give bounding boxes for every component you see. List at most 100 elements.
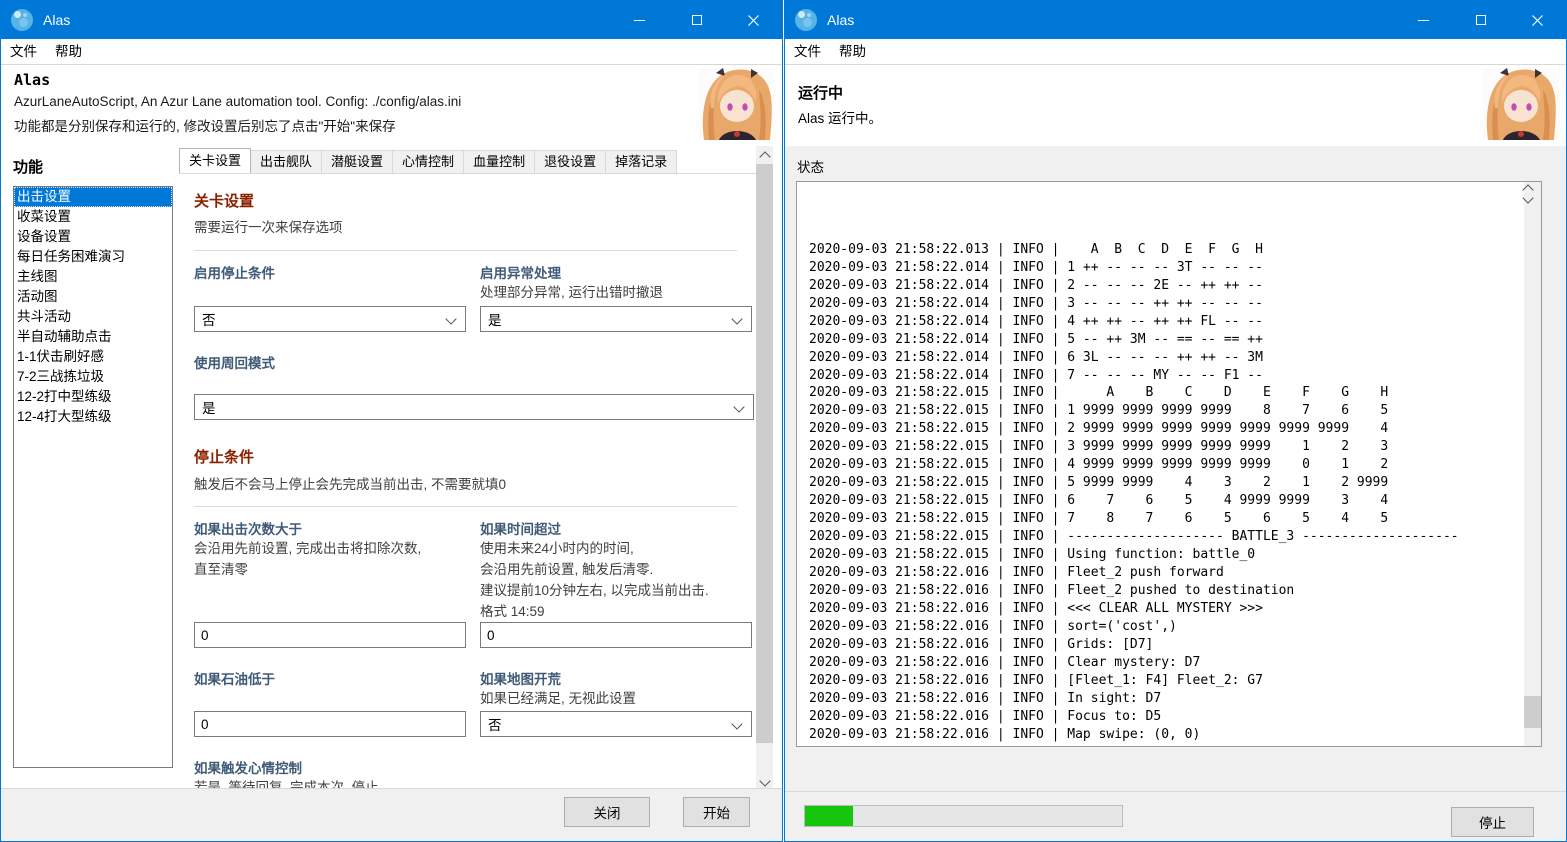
if-count-input[interactable]	[194, 622, 466, 648]
sidebar-item[interactable]: 半自动辅助点击	[14, 327, 172, 347]
enable-exception-select[interactable]: 是	[480, 306, 752, 332]
sidebar-item[interactable]: 设备设置	[14, 227, 172, 247]
chevron-down-icon	[1522, 192, 1534, 204]
sidebar-item[interactable]: 收菜设置	[14, 207, 172, 227]
runner-header: 运行中 Alas 运行中。	[785, 65, 1566, 147]
maximize-button[interactable]	[668, 1, 725, 39]
scroll-down-button[interactable]	[1522, 192, 1541, 204]
minimize-button[interactable]	[1395, 1, 1452, 39]
sidebar-item[interactable]: 主线图	[14, 267, 172, 287]
window-config: Alas 文件 帮助 Alas AzurLaneAutoScript, An Az…	[0, 0, 783, 842]
close-app-button[interactable]: 关闭	[564, 797, 650, 827]
log-line: 2020-09-03 21:58:22.015 | INFO | -------…	[809, 529, 1459, 545]
if-map-value: 否	[488, 718, 502, 733]
start-button[interactable]: 开始	[683, 797, 750, 827]
titlebar[interactable]: Alas	[785, 1, 1566, 39]
window-title: Alas	[43, 12, 71, 28]
tab[interactable]: 关卡设置	[179, 148, 252, 173]
label-if-time: 如果时间超过	[480, 522, 561, 537]
settings-scrollbar[interactable]	[756, 146, 773, 791]
log-box[interactable]: 2020-09-03 21:58:22.013 | INFO | A B C D…	[796, 181, 1542, 747]
label-loop-mode: 使用周回模式	[194, 356, 275, 371]
tab[interactable]: 退役设置	[534, 150, 607, 173]
menu-bar: 文件 帮助	[1, 39, 782, 65]
tab[interactable]: 潜艇设置	[321, 150, 394, 173]
sidebar-item[interactable]: 活动图	[14, 287, 172, 307]
log-line: 2020-09-03 21:58:22.553 | INFO | Global …	[809, 744, 1521, 746]
avatar	[1483, 68, 1559, 140]
sidebar-item[interactable]: 每日任务困难演习	[14, 247, 172, 267]
tab[interactable]: 心情控制	[392, 150, 465, 173]
log-line: 2020-09-03 21:58:22.016 | INFO | Fleet_2…	[809, 565, 1224, 581]
progress-fill	[805, 806, 853, 826]
if-time-input[interactable]	[480, 622, 752, 648]
log-line: 2020-09-03 21:58:22.015 | INFO | 2 9999 …	[809, 421, 1389, 437]
stop-button[interactable]: 停止	[1451, 807, 1534, 837]
minimize-button[interactable]	[611, 1, 668, 39]
log-line: 2020-09-03 21:58:22.015 | INFO | A B C D…	[809, 385, 1389, 401]
status-label: 状态	[797, 160, 824, 175]
tab[interactable]: 血量控制	[463, 150, 536, 173]
close-button[interactable]	[1509, 1, 1566, 39]
scrollbar-thumb[interactable]	[1524, 696, 1541, 728]
alas-logo-icon	[11, 9, 33, 31]
log-line: 2020-09-03 21:58:22.014 | INFO | 2 -- --…	[809, 277, 1263, 293]
titlebar[interactable]: Alas	[1, 1, 782, 39]
sidebar-item[interactable]: 12-4打大型练级	[14, 407, 172, 427]
if-oil-input[interactable]	[194, 711, 466, 737]
sidebar-list: 出击设置 收菜设置 设备设置 每日任务困难演习 主线图 活动图 共斗活动 半自动辅助点击 1-1…	[13, 186, 173, 768]
log-line: 2020-09-03 21:58:22.015 | INFO | 4 9999 …	[809, 457, 1389, 473]
log-scrollbar[interactable]	[1522, 182, 1541, 746]
settings-pane: 关卡设置 需要运行一次来保存选项 启用停止条件 启用异常处理 处理部分异常, 运…	[179, 174, 758, 791]
log-line: 2020-09-03 21:58:22.016 | INFO | Focus t…	[809, 708, 1162, 724]
section-desc-stop: 触发后不会马上停止会先完成当前出击, 不需要就填0	[194, 477, 507, 492]
maximize-icon	[1475, 15, 1486, 25]
progress-bar	[804, 805, 1123, 827]
log-line: 2020-09-03 21:58:22.015 | INFO | 3 9999 …	[809, 439, 1389, 455]
if-map-select[interactable]: 否	[480, 711, 752, 737]
menu-bar: 文件 帮助	[785, 39, 1566, 65]
tab[interactable]: 掉落记录	[605, 150, 678, 173]
close-icon	[1532, 14, 1543, 26]
enable-stop-value: 否	[202, 313, 216, 328]
screen: Alas 文件 帮助 Alas AzurLaneAutoScript, An Az…	[0, 0, 1567, 842]
menu-item[interactable]: 文件	[1, 39, 46, 64]
sidebar-heading: 功能	[13, 159, 44, 176]
log-line: 2020-09-03 21:58:22.013 | INFO | A B C D…	[809, 241, 1263, 257]
log-line: 2020-09-03 21:58:22.015 | INFO | 1 9999 …	[809, 403, 1389, 419]
sidebar-item[interactable]: 共斗活动	[14, 307, 172, 327]
scroll-up-button[interactable]	[756, 146, 773, 163]
run-status-title: 运行中	[798, 85, 844, 102]
sidebar-item[interactable]: 1-1伏击刷好感	[14, 347, 172, 367]
section-heading-stage: 关卡设置	[194, 193, 255, 210]
log-line: 2020-09-03 21:58:22.014 | INFO | 5 -- ++…	[809, 331, 1263, 347]
menu-item[interactable]: 帮助	[46, 39, 91, 64]
scrollbar-thumb[interactable]	[756, 164, 773, 743]
sidebar-item[interactable]: 12-2打中型练级	[14, 387, 172, 407]
log-line: 2020-09-03 21:58:22.014 | INFO | 4 ++ ++…	[809, 313, 1263, 329]
tab[interactable]: 出击舰队	[250, 150, 323, 173]
close-button[interactable]	[725, 1, 782, 39]
log-line: 2020-09-03 21:58:22.014 | INFO | 7 -- --…	[809, 367, 1263, 383]
label-if-map: 如果地图开荒	[480, 672, 561, 687]
runner-body: 状态 2020-09-03 21:58:22.013 | INFO | A B …	[785, 146, 1566, 841]
maximize-button[interactable]	[1452, 1, 1509, 39]
menu-item[interactable]: 帮助	[830, 39, 875, 64]
footer-divider	[785, 791, 1566, 792]
label-if-oil: 如果石油低于	[194, 672, 275, 687]
config-footer: 关闭 开始	[1, 788, 782, 841]
minimize-icon	[1418, 19, 1429, 21]
avatar	[699, 68, 775, 140]
desc-if-time: 使用未来24小时内的时间, 会沿用先前设置, 触发后清零. 建议提前10分钟左右…	[480, 541, 709, 619]
sidebar-item[interactable]: 出击设置	[14, 187, 172, 207]
loop-mode-select[interactable]: 是	[194, 394, 754, 420]
log-line: 2020-09-03 21:58:22.015 | INFO | 6 7 6 5…	[809, 493, 1389, 509]
menu-item[interactable]: 文件	[785, 39, 830, 64]
enable-stop-select[interactable]: 否	[194, 306, 466, 332]
log-line: 2020-09-03 21:58:22.015 | INFO | Using f…	[809, 547, 1256, 563]
desc-if-count: 会沿用先前设置, 完成出击将扣除次数, 直至清零	[194, 541, 422, 577]
chevron-down-icon	[731, 718, 743, 730]
desc-if-map: 如果已经满足, 无视此设置	[480, 691, 637, 706]
header-title: Alas	[14, 71, 51, 89]
sidebar-item[interactable]: 7-2三战拣垃圾	[14, 367, 172, 387]
